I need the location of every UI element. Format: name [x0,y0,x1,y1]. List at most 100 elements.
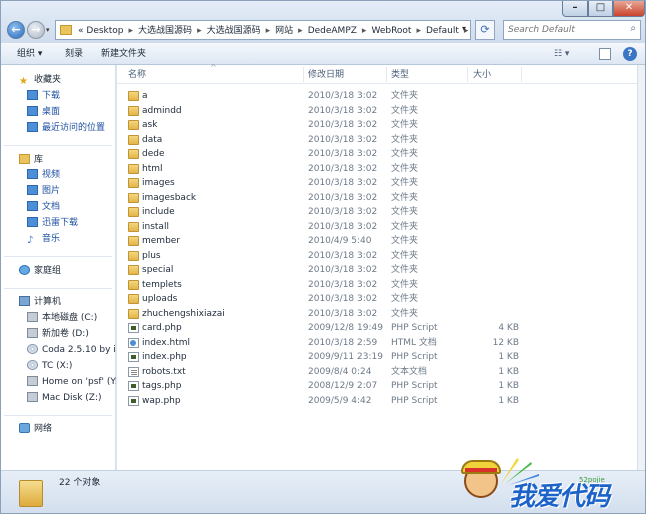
nav-item-drive-c[interactable]: 本地磁盘 (C:) [27,311,116,325]
column-size[interactable]: 大小 [473,68,491,82]
file-row[interactable]: uploads 2010/3/18 3:02 文件夹 [117,292,637,307]
column-divider[interactable] [386,67,387,82]
breadcrumb-separator-icon[interactable]: ▸ [197,26,202,36]
nav-item-downloads[interactable]: 下载 [27,89,60,103]
nav-item-pictures[interactable]: 图片 [27,184,60,198]
file-row[interactable]: images 2010/3/18 3:02 文件夹 [117,176,637,191]
back-button[interactable]: ← [7,21,25,39]
file-row[interactable]: admindd 2010/3/18 3:02 文件夹 [117,104,637,119]
burn-button[interactable]: 刻录 [65,47,83,61]
nav-item-thunder-downloads[interactable]: 迅雷下载 [27,216,78,230]
minimize-button[interactable]: – [562,1,588,17]
nav-item-music[interactable]: ♪ 音乐 [27,232,60,246]
maximize-button[interactable]: □ [588,1,613,17]
nav-item-videos[interactable]: 视频 [27,168,60,182]
network-drive-icon [27,360,38,370]
breadcrumb-separator-icon[interactable]: ▸ [298,26,303,36]
file-row[interactable]: dede 2010/3/18 3:02 文件夹 [117,147,637,162]
forward-button[interactable]: → [27,21,45,39]
file-type: 文件夹 [391,105,419,116]
close-button[interactable]: ✕ [613,1,645,17]
column-type[interactable]: 类型 [391,68,409,82]
column-divider[interactable] [521,67,522,82]
breadcrumb-item[interactable]: Desktop [86,26,123,36]
file-date: 2010/3/18 3:02 [308,265,378,275]
refresh-button[interactable]: ⟳ [475,20,495,40]
file-row[interactable]: templets 2010/3/18 3:02 文件夹 [117,278,637,293]
network-drive-icon [27,376,38,386]
preview-pane-button[interactable] [599,48,611,60]
file-row[interactable]: index.html 2010/3/18 2:59 HTML 文档 12 KB [117,336,637,351]
breadcrumb-overflow[interactable]: « [78,26,84,36]
recent-pages-dropdown[interactable]: ▾ [46,26,50,34]
column-divider[interactable] [467,67,468,82]
star-icon: ★ [19,76,28,87]
file-size: 1 KB [498,395,519,406]
file-row[interactable]: robots.txt 2009/8/4 0:24 文本文档 1 KB [117,365,637,380]
breadcrumb-separator-icon[interactable]: ▸ [416,26,421,36]
nav-item-desktop[interactable]: 桌面 [27,105,60,119]
nav-item-drive-x[interactable]: TC (X:) [27,359,116,373]
file-date: 2010/3/18 3:02 [308,221,378,232]
file-row[interactable]: a 2010/3/18 3:02 文件夹 [117,89,637,104]
search-box[interactable]: ⌕ [503,20,641,40]
column-divider[interactable] [303,67,304,82]
file-row[interactable]: plus 2010/3/18 3:02 文件夹 [117,249,637,264]
organize-button[interactable]: 组织 ▾ [17,47,42,61]
file-row[interactable]: special 2010/3/18 3:02 文件夹 [117,263,637,278]
nav-item-drive-y[interactable]: Home on 'psf' (Y:) [27,375,116,389]
nav-item-coda[interactable]: Coda 2.5.10 by itsu [27,343,116,357]
breadcrumb-item[interactable]: 大选战国源码 [207,26,261,36]
breadcrumb-separator-icon[interactable]: ▸ [362,26,367,36]
nav-item-drive-d[interactable]: 新加卷 (D:) [27,327,116,341]
nav-favorites[interactable]: ★ 收藏夹 [19,73,61,87]
maximize-icon: □ [595,2,606,13]
column-date[interactable]: 修改日期 [308,68,344,82]
file-row[interactable]: imagesback 2010/3/18 3:02 文件夹 [117,191,637,206]
folder-icon [19,480,43,507]
address-dropdown-icon[interactable]: ▾ [462,24,466,33]
vertical-scrollbar[interactable] [637,65,645,470]
file-row[interactable]: member 2010/4/9 5:40 文件夹 [117,234,637,249]
search-input[interactable] [508,23,618,37]
file-name: install [142,221,169,232]
column-name[interactable]: 名称 [128,68,146,82]
folder-icon [128,279,139,290]
breadcrumb-item[interactable]: 大选战国源码 [138,26,192,36]
file-row[interactable]: html 2010/3/18 3:02 文件夹 [117,162,637,177]
file-row[interactable]: zhuchengshixiazai 2010/3/18 3:02 文件夹 [117,307,637,322]
file-type: 文件夹 [391,250,419,261]
file-row[interactable]: tags.php 2008/12/9 2:07 PHP Script 1 KB [117,379,637,394]
breadcrumb-item[interactable]: WebRoot [371,26,411,36]
folder-icon [128,265,139,275]
help-button[interactable]: ? [623,47,637,61]
address-bar[interactable]: « Desktop ▸ 大选战国源码 ▸ 大选战国源码 ▸ 网站 ▸ DedeAMPZ ▸ WebR… [55,20,471,40]
file-row[interactable]: ask 2010/3/18 3:02 文件夹 [117,118,637,133]
file-type: 文件夹 [391,265,419,275]
breadcrumb-separator-icon[interactable]: ▸ [129,26,134,36]
nav-item-recent[interactable]: 最近访问的位置 [27,121,105,135]
nav-computer[interactable]: 计算机 [19,295,61,309]
file-row[interactable]: data 2010/3/18 3:02 文件夹 [117,133,637,148]
breadcrumb-item[interactable]: DedeAMPZ [308,26,357,36]
file-row[interactable]: include 2010/3/18 3:02 文件夹 [117,205,637,220]
breadcrumb-item[interactable]: Default [426,26,459,36]
nav-homegroup[interactable]: 家庭组 [19,264,61,278]
file-row[interactable]: index.php 2009/9/11 23:19 PHP Script 1 KB [117,350,637,365]
file-row[interactable]: card.php 2009/12/8 19:49 PHP Script 4 KB [117,321,637,336]
breadcrumb-separator-icon[interactable]: ▸ [266,26,271,36]
file-date: 2010/3/18 3:02 [308,149,378,159]
new-folder-button[interactable]: 新建文件夹 [101,47,146,61]
file-row[interactable]: wap.php 2009/5/9 4:42 PHP Script 1 KB [117,394,637,409]
file-type: 文件夹 [391,163,419,174]
file-date: 2009/8/4 0:24 [308,366,372,377]
file-row[interactable]: install 2010/3/18 3:02 文件夹 [117,220,637,235]
breadcrumb-item[interactable]: 网站 [275,26,293,36]
nav-network[interactable]: 网络 [19,422,52,436]
file-date: 2010/3/18 3:02 [308,105,378,116]
sort-ascending-icon: ^ [210,63,217,72]
nav-item-drive-z[interactable]: Mac Disk (Z:) [27,391,116,405]
nav-item-documents[interactable]: 文档 [27,200,60,214]
nav-libraries[interactable]: 库 [19,153,43,167]
change-view-button[interactable]: ☷ ▾ [554,47,569,61]
